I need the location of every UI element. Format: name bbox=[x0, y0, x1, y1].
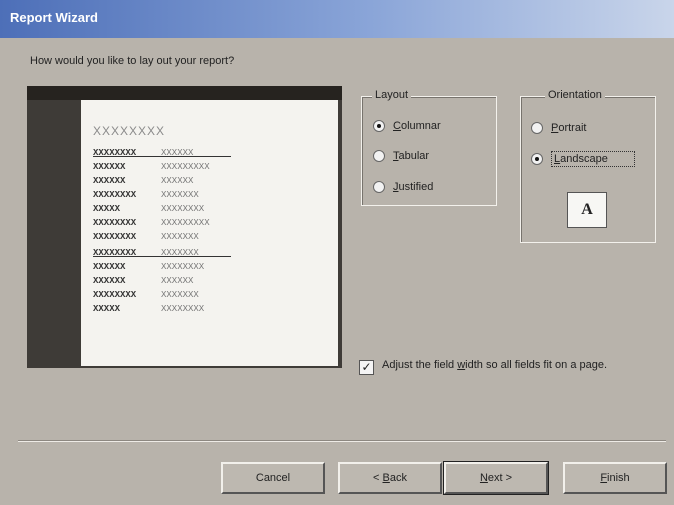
columnar-label: Columnar bbox=[393, 120, 441, 132]
preview-row: XXXXXXXXXXXXXX bbox=[93, 148, 194, 158]
radio-justified[interactable]: Justified bbox=[373, 181, 433, 193]
radio-empty-icon[interactable] bbox=[373, 150, 385, 162]
preview-row: XXXXXXXX XXXXXXXXX bbox=[93, 218, 210, 228]
tabular-label: Tabular bbox=[393, 150, 430, 162]
adjust-width-label: Adjust the field width so all fields fit… bbox=[382, 359, 608, 371]
radio-empty-icon[interactable] bbox=[531, 122, 543, 134]
preview-row: XXXXXX XXXXXX bbox=[93, 176, 194, 186]
preview-row: XXXXX XXXXXXXX bbox=[93, 204, 205, 214]
layout-legend: Layout bbox=[372, 89, 412, 101]
cancel-button[interactable]: Cancel bbox=[221, 462, 325, 494]
radio-landscape[interactable]: Landscape bbox=[531, 151, 635, 167]
radio-selected-icon[interactable] bbox=[531, 153, 543, 165]
preview-row: XXXXXXXXXXXXXXX bbox=[93, 162, 210, 172]
back-label: < Back bbox=[373, 472, 407, 484]
window-title: Report Wizard bbox=[10, 10, 98, 25]
report-layout-preview: XXXXXXXX XXXXXXXX XXXXXX XXXXXX XXXXXXXXX … bbox=[27, 86, 342, 368]
preview-row: XXXXXXXXXXXXXX bbox=[93, 262, 205, 272]
finish-button[interactable]: Finish bbox=[563, 462, 667, 494]
radio-portrait[interactable]: Portrait bbox=[531, 122, 586, 134]
radio-selected-icon[interactable] bbox=[373, 120, 385, 132]
preview-row: XXXXXXXXXXXXXXX bbox=[93, 248, 199, 258]
footer-separator bbox=[18, 440, 666, 442]
back-button[interactable]: < Back bbox=[338, 462, 442, 494]
preview-row: XXXXXX XXXXXX bbox=[93, 276, 194, 286]
landscape-label: Landscape bbox=[551, 151, 635, 167]
title-bar: Report Wizard bbox=[0, 0, 674, 38]
preview-row: XXXXXXXXXXXXXXX bbox=[93, 190, 199, 200]
radio-columnar[interactable]: Columnar bbox=[373, 120, 441, 132]
preview-title: XXXXXXXX bbox=[93, 124, 166, 138]
landscape-page-icon: A bbox=[567, 192, 607, 228]
preview-top-strip bbox=[27, 86, 342, 100]
preview-row: XXXXX XXXXXXXX bbox=[93, 304, 205, 314]
layout-prompt: How would you like to lay out your repor… bbox=[30, 55, 235, 67]
justified-label: Justified bbox=[393, 181, 434, 193]
finish-label: Finish bbox=[600, 472, 630, 484]
radio-empty-icon[interactable] bbox=[373, 181, 385, 193]
preview-page: XXXXXXXX XXXXXXXX XXXXXX XXXXXX XXXXXXXXX … bbox=[81, 100, 338, 366]
preview-row: XXXXXXXXXXXXXXX bbox=[93, 290, 199, 300]
next-label: Next > bbox=[479, 472, 513, 484]
preview-row: XXXXXXXXXXXXXXX bbox=[93, 232, 199, 242]
portrait-label: Portrait bbox=[551, 122, 587, 134]
cancel-label: Cancel bbox=[255, 472, 291, 484]
next-button[interactable]: Next > bbox=[443, 461, 549, 495]
adjust-width-checkbox[interactable]: ✓ bbox=[359, 360, 374, 375]
report-wizard-window: Report Wizard How would you like to lay … bbox=[0, 0, 674, 505]
radio-tabular[interactable]: Tabular bbox=[373, 150, 429, 162]
orientation-legend: Orientation bbox=[545, 89, 605, 101]
